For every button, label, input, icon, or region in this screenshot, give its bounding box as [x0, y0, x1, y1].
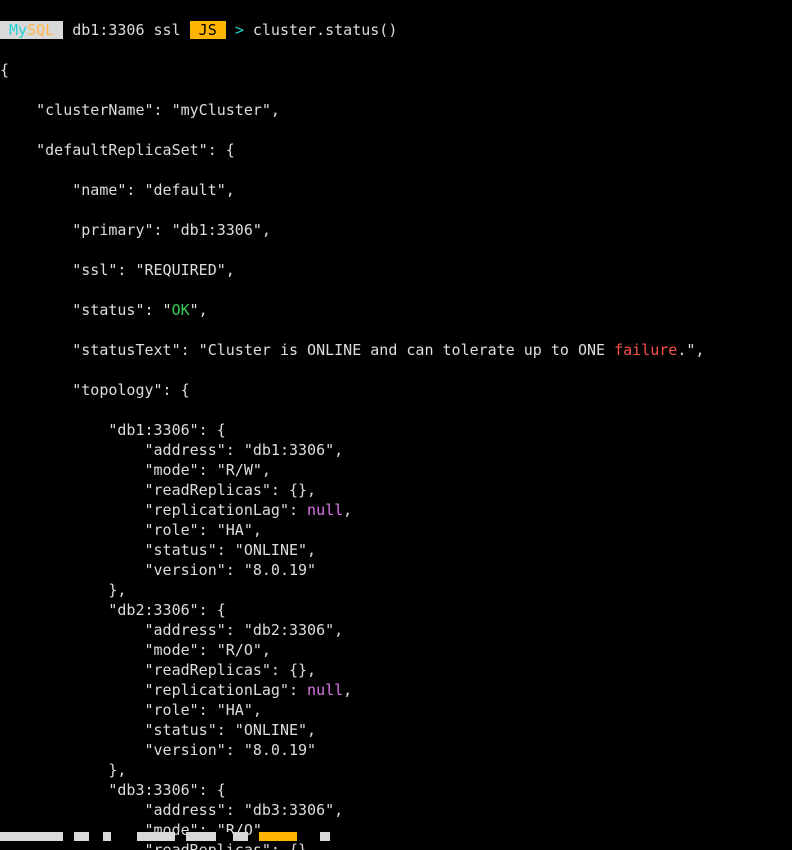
kv-status: "status": "ONLINE", — [0, 720, 792, 740]
kv-replicationlag: "replicationLag": null, — [0, 680, 792, 700]
kv-statustext: "statusText": "Cluster is ONLINE and can… — [0, 340, 792, 360]
kv-status: "status": "ONLINE", — [0, 540, 792, 560]
kv-version: "version": "8.0.19" — [0, 560, 792, 580]
terminal-output[interactable]: MySQL db1:3306 ssl JS > cluster.status()… — [0, 0, 792, 850]
prompt: MySQL db1:3306 ssl JS > — [0, 20, 244, 40]
topology-node-close: }, — [0, 760, 792, 780]
command-text: cluster.status() — [253, 21, 398, 39]
kv-defaultreplicaset: "defaultReplicaSet": { — [0, 140, 792, 160]
kv-mode: "mode": "R/O", — [0, 640, 792, 660]
kv-mode: "mode": "R/W", — [0, 460, 792, 480]
kv-readreplicas: "readReplicas": {}, — [0, 660, 792, 680]
kv-role: "role": "HA", — [0, 700, 792, 720]
kv-status: "status": "OK", — [0, 300, 792, 320]
kv-address: "address": "db2:3306", — [0, 620, 792, 640]
kv-topology: "topology": { — [0, 380, 792, 400]
kv-role: "role": "HA", — [0, 520, 792, 540]
kv-address: "address": "db3:3306", — [0, 800, 792, 820]
prompt-line[interactable]: MySQL db1:3306 ssl JS > cluster.status() — [0, 20, 792, 40]
topology-node-key: "db3:3306": { — [0, 780, 792, 800]
kv-primary: "primary": "db1:3306", — [0, 220, 792, 240]
kv-ssl: "ssl": "REQUIRED", — [0, 260, 792, 280]
topology-node-key: "db1:3306": { — [0, 420, 792, 440]
kv-readreplicas: "readReplicas": {}, — [0, 840, 792, 850]
kv-version: "version": "8.0.19" — [0, 740, 792, 760]
topology-node-close: }, — [0, 580, 792, 600]
kv-clustername: "clusterName": "myCluster", — [0, 100, 792, 120]
brace-open: { — [0, 60, 792, 80]
kv-replicationlag: "replicationLag": null, — [0, 500, 792, 520]
kv-readreplicas: "readReplicas": {}, — [0, 480, 792, 500]
kv-address: "address": "db1:3306", — [0, 440, 792, 460]
kv-name: "name": "default", — [0, 180, 792, 200]
topology-node-key: "db2:3306": { — [0, 600, 792, 620]
next-prompt-partial — [0, 832, 792, 841]
